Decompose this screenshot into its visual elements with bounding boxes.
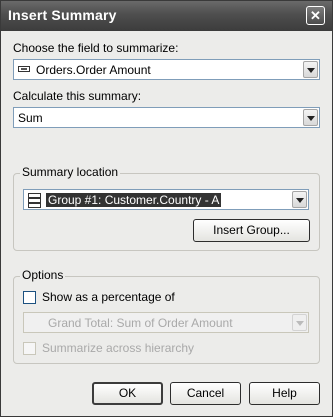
summary-location-legend: Summary location xyxy=(20,165,121,179)
calc-select[interactable]: Sum xyxy=(13,107,320,128)
chevron-down-icon[interactable] xyxy=(292,191,307,208)
title-bar: Insert Summary ✕ xyxy=(1,1,332,31)
percentage-of-value: Grand Total: Sum of Order Amount xyxy=(48,316,233,330)
dialog-title: Insert Summary xyxy=(8,7,117,23)
options-legend: Options xyxy=(20,268,66,282)
close-icon: ✕ xyxy=(310,8,321,23)
field-select[interactable]: Orders.Order Amount xyxy=(13,59,320,80)
summarize-across-checkbox[interactable] xyxy=(23,342,36,355)
group-icon xyxy=(28,192,41,208)
summarize-across-label[interactable]: Summarize across hierarchy xyxy=(42,341,194,355)
chevron-down-icon[interactable] xyxy=(292,314,307,331)
field-select-value: Orders.Order Amount xyxy=(36,63,151,77)
show-percentage-checkbox[interactable] xyxy=(23,291,36,304)
chevron-down-icon[interactable] xyxy=(303,109,318,126)
group-select[interactable]: Group #1: Customer.Country - A xyxy=(23,189,309,210)
chevron-down-icon[interactable] xyxy=(303,61,318,78)
show-percentage-label[interactable]: Show as a percentage of xyxy=(42,290,175,304)
database-field-icon xyxy=(18,66,30,72)
insert-group-button[interactable]: Insert Group... xyxy=(193,219,310,242)
group-select-value-wrap: Group #1: Customer.Country - A xyxy=(46,193,222,207)
group-select-value: Group #1: Customer.Country - A xyxy=(46,193,222,207)
insert-summary-dialog: Insert Summary ✕ Choose the field to sum… xyxy=(0,0,333,417)
percentage-of-select[interactable]: Grand Total: Sum of Order Amount xyxy=(23,312,309,333)
cancel-button[interactable]: Cancel xyxy=(170,382,241,405)
ok-button[interactable]: OK xyxy=(92,382,163,405)
calc-label: Calculate this summary: xyxy=(13,89,142,103)
calc-select-value: Sum xyxy=(18,111,43,125)
field-label: Choose the field to summarize: xyxy=(13,41,179,55)
help-button[interactable]: Help xyxy=(249,382,320,405)
close-button[interactable]: ✕ xyxy=(306,6,325,25)
